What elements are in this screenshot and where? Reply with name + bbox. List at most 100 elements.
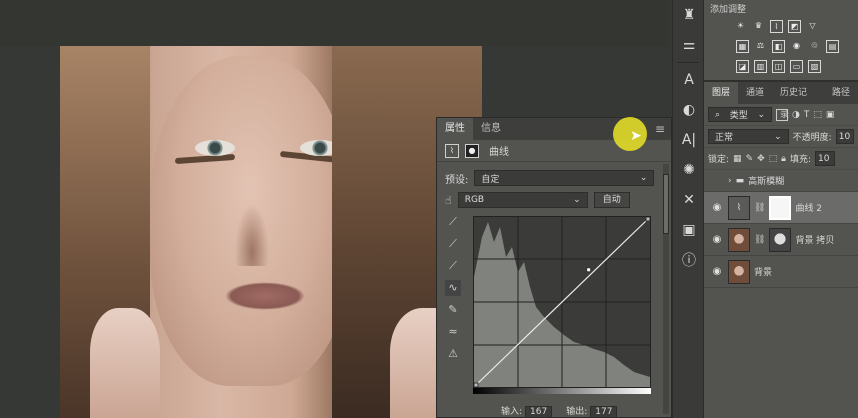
auto-button[interactable]: 自动 (593, 192, 630, 208)
blend-opacity-row: 正常 ⌄ 不透明度: 10 (704, 126, 858, 148)
tool-presets-icon[interactable]: ◐ (673, 95, 705, 125)
preset-label: 预设: (445, 174, 469, 186)
properties-header-label: 曲线 (489, 147, 509, 158)
exposure-icon[interactable]: ◩ (788, 19, 801, 33)
output-value[interactable]: 177 (590, 406, 618, 418)
invert-icon[interactable]: ◪ (736, 59, 749, 73)
filter-type-icon[interactable]: T (804, 110, 810, 120)
photo-lips (225, 282, 305, 310)
blend-mode-select[interactable]: 正常 ⌄ (708, 129, 789, 144)
filter-label: 类型 (729, 111, 748, 121)
brush-presets-icon[interactable]: ⚌ (673, 30, 705, 60)
filter-pixel-icon[interactable] (776, 108, 788, 121)
photo-filter-icon[interactable]: ◉ (790, 40, 803, 53)
curves-icon[interactable]: ⌇ (770, 19, 783, 33)
opacity-value[interactable]: 10 (835, 129, 854, 144)
adjustments-row-3: ◪ ▥ ◫ ▭ ▧ (710, 56, 852, 76)
layer-mask-thumb[interactable] (769, 195, 792, 220)
adjustments-title: 添加调整 (710, 5, 747, 15)
selective-color-icon[interactable]: ▧ (808, 59, 821, 73)
vibrance-triangle-icon[interactable]: ▽ (806, 20, 819, 33)
photo-hand-left (90, 308, 160, 418)
eye-icon[interactable]: ◉ (710, 202, 724, 213)
blend-mode-value: 正常 (715, 133, 734, 143)
tab-history[interactable]: 历史记录 (772, 82, 824, 120)
paragraph-icon[interactable]: A| (673, 125, 705, 155)
smooth-icon[interactable]: ≈ (445, 324, 461, 340)
layer-mask-thumb[interactable] (769, 227, 792, 252)
chevron-down-icon: ⌄ (639, 173, 648, 183)
photoshop-window: 属性 信息 ≡ ⌇ ● 曲线 预设: 自定 ⌄ ☝ RGB ⌄ 自动 ⟋ ⟋ ⟋… (0, 0, 858, 418)
document-canvas-image[interactable] (60, 46, 482, 418)
pencil-icon[interactable]: ✎ (445, 302, 461, 318)
layer-row[interactable]: ◉ 背景 (704, 256, 858, 288)
layer-thumb (728, 227, 750, 252)
scrollbar-thumb[interactable] (663, 174, 669, 234)
layer-row[interactable]: › ▬ 高斯模糊 (704, 170, 858, 192)
tab-layers[interactable]: 图层 (704, 82, 738, 104)
hue-saturation-icon[interactable]: ▦ (736, 39, 749, 53)
white-eyedropper-icon[interactable]: ⟋ (445, 258, 461, 274)
levels-icon[interactable]: ♛ (752, 20, 765, 33)
curves-icon: ⌇ (445, 143, 459, 158)
fill-label: 填充: (789, 155, 812, 165)
color-lookup-icon[interactable]: ▤ (826, 39, 839, 53)
tab-properties[interactable]: 属性 (437, 118, 473, 140)
tab-info[interactable]: 信息 (473, 118, 509, 140)
curve-control-point[interactable] (645, 216, 651, 222)
fill-value[interactable]: 10 (815, 151, 836, 166)
black-eyedropper-icon[interactable]: ⟋ (445, 214, 461, 230)
curve-point-tool-icon[interactable]: ∿ (445, 280, 461, 296)
adjustments-row-2: ▦ ⚖ ◧ ◉ ♲ ▤ (710, 36, 852, 56)
posterize-icon[interactable]: ▥ (754, 59, 767, 73)
lock-pixels-icon[interactable]: ✎ (746, 154, 754, 164)
layer-filter-select[interactable]: ⌕ 类型 ⌄ (708, 107, 772, 122)
eye-icon[interactable]: ◉ (710, 266, 724, 277)
chevron-right-icon[interactable]: › (728, 176, 732, 186)
lock-fill-row: 锁定: ▦ ✎ ✥ ⬚ 🔒︎ 填充: 10 (704, 148, 858, 170)
preset-row: 预设: 自定 ⌄ (445, 170, 655, 186)
adjustments-panel-icon[interactable]: ▣ (673, 215, 705, 245)
layer-row[interactable]: ◉ ⌇ ⛓ 曲线 2 (704, 192, 858, 224)
output-label: 输出: (566, 407, 588, 417)
gray-eyedropper-icon[interactable]: ⟋ (445, 236, 461, 252)
properties-scrollbar[interactable] (663, 164, 669, 414)
lock-transparent-icon[interactable]: ▦ (733, 154, 742, 164)
input-value[interactable]: 167 (525, 406, 553, 418)
photo-left-eye (195, 140, 235, 156)
lock-all-icon[interactable]: 🔒︎ (781, 154, 786, 164)
preset-select[interactable]: 自定 ⌄ (474, 170, 655, 186)
tab-paths[interactable]: 路径 (824, 82, 858, 104)
lock-position-icon[interactable]: ✥ (757, 154, 765, 164)
tab-channels[interactable]: 通道 (738, 82, 772, 104)
properties-panel: 属性 信息 ≡ ⌇ ● 曲线 预设: 自定 ⌄ ☝ RGB ⌄ 自动 ⟋ ⟋ ⟋… (436, 117, 672, 418)
chevron-down-icon: ⌄ (774, 131, 782, 142)
swatches-icon[interactable]: ♜ (673, 0, 705, 30)
input-label: 输入: (501, 407, 523, 417)
layer-row[interactable]: ◉ ⛓ 背景 拷贝 (704, 224, 858, 256)
filter-smart-icon[interactable]: ▣ (826, 110, 835, 120)
curve-graph[interactable] (473, 216, 651, 388)
gradient-map-icon[interactable]: ▭ (790, 59, 803, 73)
lock-artboard-icon[interactable]: ⬚ (769, 154, 778, 164)
panel-menu-icon[interactable]: ≡ (655, 122, 665, 136)
character-icon[interactable]: A (673, 65, 705, 95)
filter-adjust-icon[interactable]: ◑ (792, 110, 800, 120)
tools-icon[interactable]: ✕ (673, 185, 705, 215)
channel-select[interactable]: RGB ⌄ (457, 192, 588, 208)
curve-control-point[interactable] (586, 267, 592, 273)
clipping-warning-icon[interactable]: ⚠ (445, 346, 461, 362)
brightness-icon[interactable]: ☀ (734, 20, 747, 33)
filter-shape-icon[interactable]: ⬚ (813, 110, 822, 120)
threshold-icon[interactable]: ◫ (772, 59, 785, 73)
eye-icon[interactable]: ◉ (710, 234, 724, 245)
target-adjust-icon[interactable]: ☝ (445, 194, 452, 207)
brush-icon[interactable]: ✺ (673, 155, 705, 185)
channel-row: ☝ RGB ⌄ 自动 (445, 192, 630, 208)
info-icon[interactable]: ⓘ (673, 245, 705, 275)
curve-control-point[interactable] (473, 382, 479, 388)
channel-mixer-icon[interactable]: ♲ (808, 40, 821, 53)
color-balance-icon[interactable]: ⚖ (754, 40, 767, 53)
mask-icon[interactable]: ● (465, 143, 479, 158)
black-white-icon[interactable]: ◧ (772, 39, 785, 53)
